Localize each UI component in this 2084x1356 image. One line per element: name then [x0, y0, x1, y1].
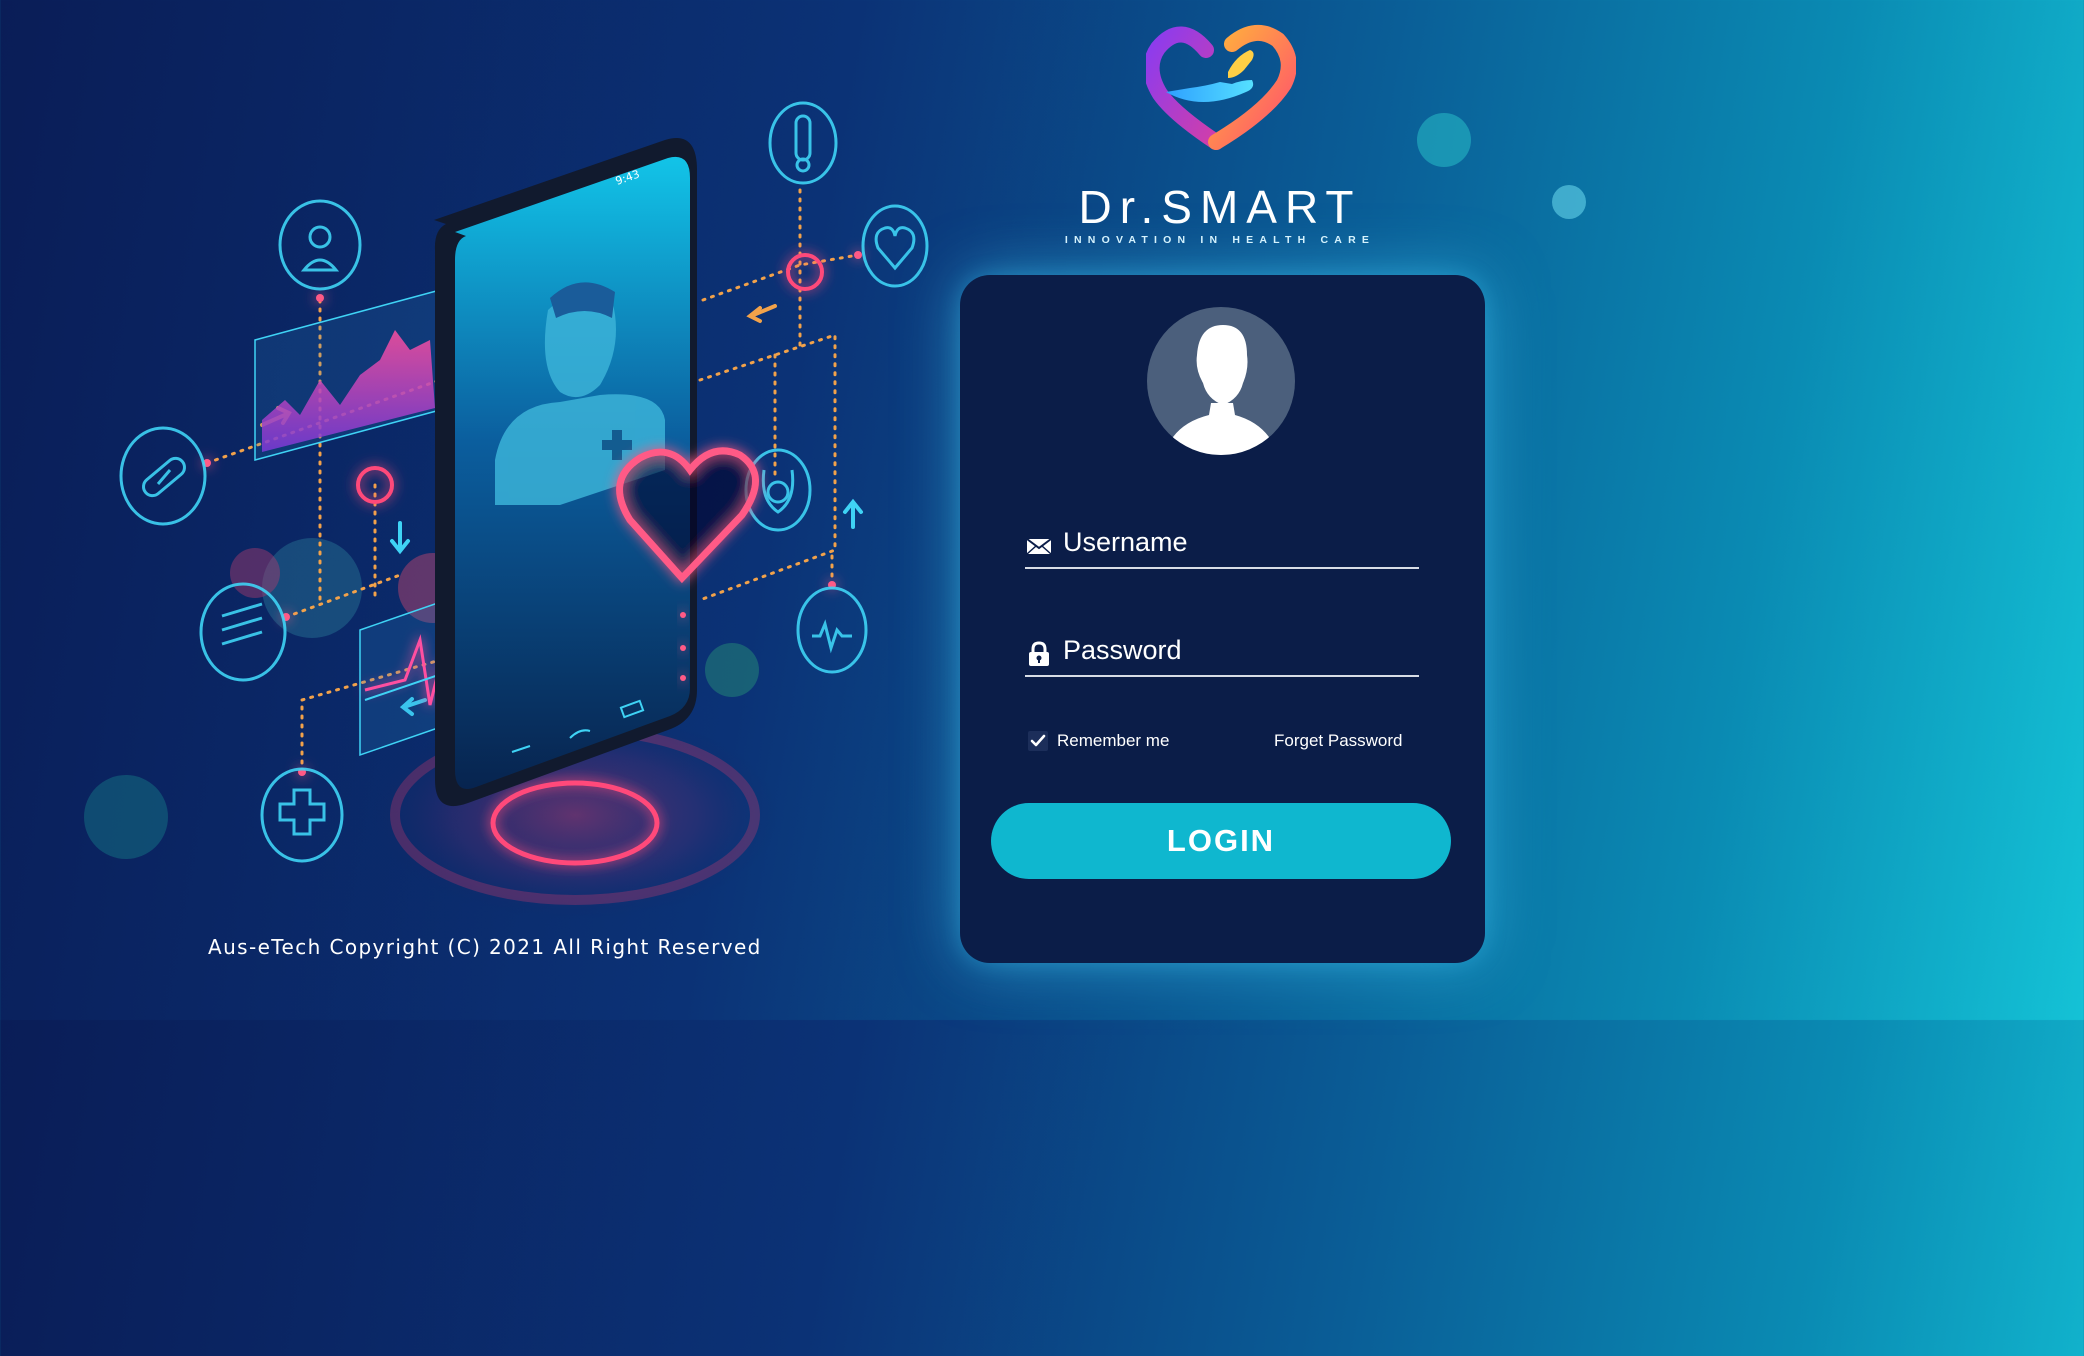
login-button[interactable]: LOGIN	[991, 803, 1451, 879]
envelope-icon	[1026, 538, 1052, 555]
username-field[interactable]: Username	[1025, 525, 1419, 569]
medical-cross-icon	[260, 767, 344, 863]
thermometer-icon	[768, 101, 838, 185]
pill-icon	[119, 426, 207, 526]
heart-icon	[861, 204, 929, 288]
copyright-text: Aus-eTech Copyright (C) 2021 All Right R…	[208, 935, 762, 959]
health-illustration: 9:43	[119, 101, 929, 920]
password-field[interactable]: Password	[1025, 633, 1419, 677]
bokeh-circle	[1552, 185, 1586, 219]
brand-tagline: INNOVATION IN HEALTH CARE	[1064, 234, 1376, 246]
user-silhouette-icon	[1169, 325, 1273, 455]
username-label: Username	[1063, 527, 1188, 557]
password-label: Password	[1063, 635, 1182, 665]
avatar	[1147, 307, 1295, 455]
ecg-icon	[796, 586, 868, 674]
remember-me-label: Remember me	[1057, 731, 1170, 750]
remember-me-checkbox[interactable]	[1028, 731, 1048, 751]
user-icon	[278, 199, 362, 291]
list-icon	[199, 582, 287, 682]
brand: Dr.SMART INNOVATION IN HEALTH CARE	[1040, 22, 1400, 246]
heart-hands-logo	[1146, 25, 1296, 150]
brand-name: Dr.SMART	[1078, 181, 1362, 233]
login-card: Username Password Remember me Forget Pas…	[960, 275, 1485, 963]
lock-icon	[1029, 641, 1049, 666]
bokeh-circle	[1417, 113, 1471, 167]
forgot-password-link[interactable]: Forget Password	[1274, 731, 1403, 751]
